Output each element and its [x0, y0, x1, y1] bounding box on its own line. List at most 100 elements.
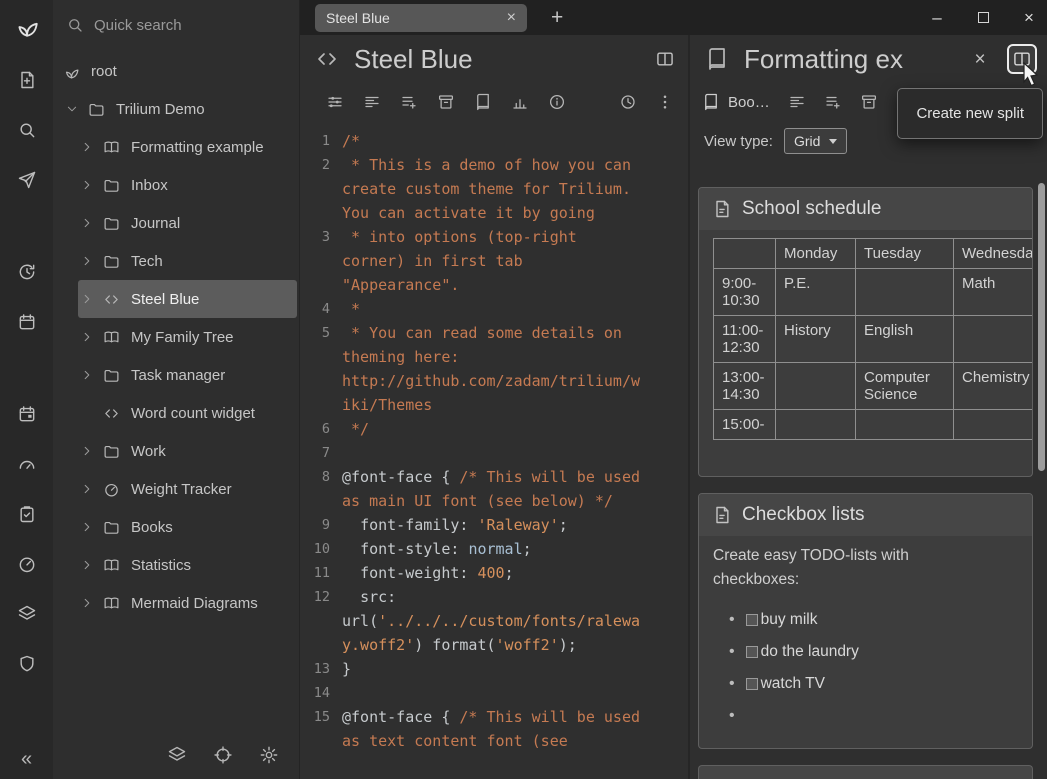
chevron-right-icon[interactable]	[78, 366, 96, 384]
code-line[interactable]: 12 src: url('../../../custom/fonts/ralew…	[306, 585, 688, 657]
tree-item-statistics[interactable]: Statistics	[78, 546, 299, 584]
text-format-icon[interactable]	[788, 93, 806, 111]
tree-item-word-count-widget[interactable]: Word count widget	[78, 394, 299, 432]
target-icon[interactable]	[213, 745, 233, 765]
chevron-right-icon[interactable]	[78, 328, 96, 346]
table-cell[interactable]: Chemistry	[954, 363, 1034, 410]
table-cell[interactable]	[954, 316, 1034, 363]
tree-item-books[interactable]: Books	[78, 508, 299, 546]
create-new-split-button[interactable]	[1007, 44, 1037, 74]
code-line[interactable]: 2 * This is a demo of how you can create…	[306, 153, 688, 225]
note-title[interactable]: Steel Blue	[354, 44, 638, 75]
table-cell[interactable]	[954, 410, 1034, 440]
card-header[interactable]: Checkbox lists	[699, 494, 1032, 536]
new-tab-button[interactable]: +	[551, 7, 563, 28]
table-cell[interactable]	[856, 410, 954, 440]
list-plus-icon[interactable]	[400, 93, 418, 111]
shield-icon[interactable]	[11, 648, 43, 680]
tree-item-journal[interactable]: Journal	[78, 204, 299, 242]
code-line[interactable]: 8@font-face { /* This will be used as ma…	[306, 465, 688, 513]
code-line[interactable]: 7	[306, 441, 688, 465]
table-header-cell[interactable]	[714, 239, 776, 269]
table-cell[interactable]	[776, 363, 856, 410]
chevron-right-icon[interactable]	[78, 480, 96, 498]
table-cell[interactable]: P.E.	[776, 269, 856, 316]
table-cell[interactable]: 9:00-10:30	[714, 269, 776, 316]
code-line[interactable]: 9 font-family: 'Raleway';	[306, 513, 688, 537]
code-line[interactable]: 3 * into options (top-right corner) in f…	[306, 225, 688, 297]
table-header-cell[interactable]: Tuesday	[856, 239, 954, 269]
chevron-right-icon[interactable]	[78, 594, 96, 612]
tree-item-trilium-demo[interactable]: Trilium Demo	[63, 90, 299, 128]
sliders-icon[interactable]	[326, 93, 344, 111]
jump-to-note-icon[interactable]	[11, 164, 43, 196]
archive-icon[interactable]	[437, 93, 455, 111]
layers-icon[interactable]	[11, 598, 43, 630]
info-icon[interactable]	[548, 93, 566, 111]
trilium-logo-icon[interactable]	[7, 6, 47, 46]
chevron-down-icon[interactable]	[63, 100, 81, 118]
tree-item-inbox[interactable]: Inbox	[78, 166, 299, 204]
chart-icon[interactable]	[511, 93, 529, 111]
checkbox[interactable]	[746, 646, 758, 658]
search-icon[interactable]	[11, 114, 43, 146]
schedule-table[interactable]: Monday Tuesday Wednesday 9:00-10:30 P.E.…	[713, 238, 1033, 440]
recent-changes-icon[interactable]	[11, 256, 43, 288]
chevron-right-icon[interactable]	[78, 138, 96, 156]
code-line[interactable]: 5 * You can read some details on theming…	[306, 321, 688, 417]
chevron-right-icon[interactable]	[78, 214, 96, 232]
note-title[interactable]: Formatting ex	[744, 44, 953, 75]
code-line[interactable]: 11 font-weight: 400;	[306, 561, 688, 585]
card-school-schedule[interactable]: School schedule Monday Tuesday Wednesday	[698, 187, 1033, 477]
checkbox[interactable]	[746, 614, 758, 626]
collapse-launcher-icon[interactable]: «	[21, 748, 32, 771]
code-line[interactable]: 6 */	[306, 417, 688, 441]
tree-item-task-manager[interactable]: Task manager	[78, 356, 299, 394]
minimize-button[interactable]: –	[929, 10, 945, 26]
code-line[interactable]: 4 *	[306, 297, 688, 321]
code-line[interactable]: 1/*	[306, 129, 688, 153]
table-cell[interactable]: 15:00-	[714, 410, 776, 440]
kebab-menu-icon[interactable]	[656, 93, 674, 111]
chevron-right-icon[interactable]	[78, 252, 96, 270]
tree-item-formatting-example[interactable]: Formatting example	[78, 128, 299, 166]
card-checkbox-lists[interactable]: Checkbox lists Create easy TODO-lists wi…	[698, 493, 1033, 749]
task-manager-icon[interactable]	[11, 498, 43, 530]
code-line[interactable]: 15@font-face { /* This will be used as t…	[306, 705, 688, 753]
book-properties-tab[interactable]: Boo…	[702, 93, 770, 111]
text-format-icon[interactable]	[363, 93, 381, 111]
table-cell[interactable]: Math	[954, 269, 1034, 316]
new-note-icon[interactable]	[11, 64, 43, 96]
quick-search-input[interactable]	[94, 17, 254, 34]
scrollbar-thumb[interactable]	[1038, 183, 1045, 471]
table-header-cell[interactable]: Wednesday	[954, 239, 1034, 269]
history-icon[interactable]	[619, 93, 637, 111]
today-icon[interactable]	[11, 398, 43, 430]
table-cell[interactable]: Computer Science	[856, 363, 954, 410]
list-plus-icon[interactable]	[824, 93, 842, 111]
weight-tracker-icon[interactable]	[11, 448, 43, 480]
table-header-cell[interactable]: Monday	[776, 239, 856, 269]
layers-icon[interactable]	[167, 745, 187, 765]
tree-item-weight-tracker[interactable]: Weight Tracker	[78, 470, 299, 508]
close-window-button[interactable]: ×	[1021, 10, 1037, 26]
table-cell[interactable]	[776, 410, 856, 440]
maximize-button[interactable]	[975, 10, 991, 26]
tree-item-work[interactable]: Work	[78, 432, 299, 470]
code-line[interactable]: 14	[306, 681, 688, 705]
table-cell[interactable]: 13:00-14:30	[714, 363, 776, 410]
chevron-right-icon[interactable]	[78, 556, 96, 574]
archive-icon[interactable]	[860, 93, 878, 111]
table-cell[interactable]: History	[776, 316, 856, 363]
gear-icon[interactable]	[259, 745, 279, 765]
tree-item-root[interactable]: root	[61, 52, 299, 90]
tree-item-my-family-tree[interactable]: My Family Tree	[78, 318, 299, 356]
code-line[interactable]: 13}	[306, 657, 688, 681]
card-header[interactable]: School schedule	[699, 188, 1032, 230]
close-split-button[interactable]: ×	[967, 46, 993, 72]
tab-close-icon[interactable]: ×	[507, 10, 516, 26]
code-editor[interactable]: 1/* 2 * This is a demo of how you can cr…	[300, 121, 688, 779]
chevron-right-icon[interactable]	[78, 442, 96, 460]
chevron-right-icon[interactable]	[78, 176, 96, 194]
tree-item-mermaid-diagrams[interactable]: Mermaid Diagrams	[78, 584, 299, 622]
